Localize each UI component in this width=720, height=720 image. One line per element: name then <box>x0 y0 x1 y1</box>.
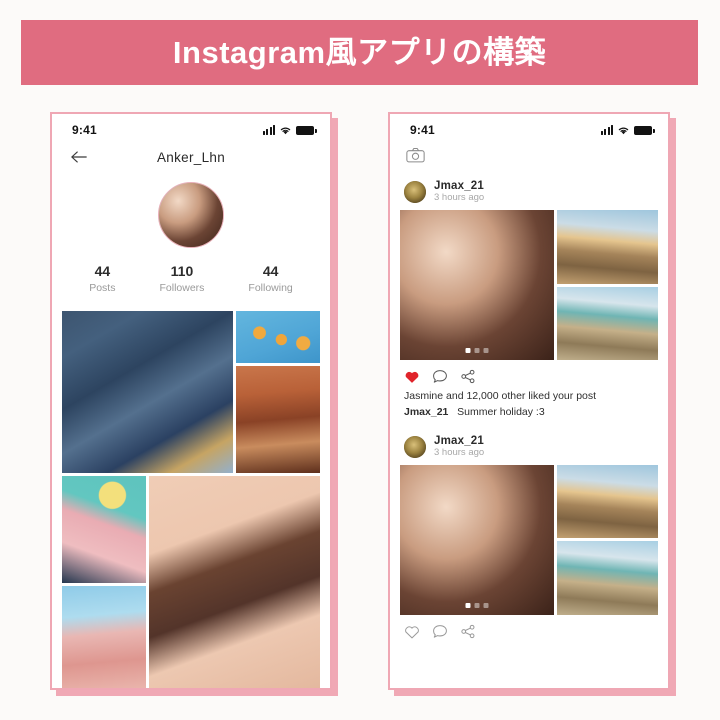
stat-following-label: Following <box>248 281 293 294</box>
carousel-dots[interactable] <box>465 602 489 608</box>
share-icon[interactable] <box>460 624 476 639</box>
stat-posts[interactable]: 44 Posts <box>89 262 115 295</box>
photo-portrait-pool <box>400 210 554 361</box>
signal-icon <box>600 125 613 135</box>
carousel-dot[interactable] <box>474 348 480 354</box>
camera-icon[interactable] <box>406 147 425 163</box>
stat-following[interactable]: 44 Following <box>248 262 292 295</box>
post-avatar[interactable] <box>404 181 426 204</box>
signal-icon <box>262 125 275 135</box>
stat-followers-label: Followers <box>159 281 205 294</box>
comment-icon[interactable] <box>432 624 448 639</box>
post-avatar-photo <box>404 435 426 458</box>
avatar[interactable] <box>158 182 224 248</box>
heart-icon[interactable] <box>404 624 420 639</box>
photo-portrait-pool <box>400 464 554 615</box>
post-photo-portrait[interactable] <box>400 210 554 361</box>
photo-overwater-pier <box>556 541 658 615</box>
carousel-dot[interactable] <box>483 602 489 608</box>
photo-architecture <box>62 311 233 474</box>
phone-mockup-feed: 9:41 Jmax_21 3 hours ago Jasmine and 12,… <box>388 112 670 690</box>
post-timestamp: 3 hours ago <box>434 192 485 204</box>
photo-citrus <box>236 311 320 364</box>
photo-interior <box>236 366 320 474</box>
post-avatar[interactable] <box>404 435 426 458</box>
page-banner: Instagram風アプリの構築 <box>21 20 698 85</box>
carousel-dot[interactable] <box>474 602 480 608</box>
photo-chocolate <box>149 476 320 688</box>
stat-following-value: 44 <box>262 263 279 279</box>
status-bar: 9:41 <box>390 114 668 140</box>
carousel-dot-active[interactable] <box>465 348 471 354</box>
comment-icon[interactable] <box>432 369 448 384</box>
status-icon-group <box>600 125 655 135</box>
profile-nav-bar: Anker_Lhn <box>52 140 330 174</box>
grid-photo-chocolate[interactable] <box>149 476 320 688</box>
post-meta: Jmax_21 3 hours ago <box>434 435 484 459</box>
post-photo-beach[interactable] <box>556 210 658 284</box>
profile-photo-grid <box>62 311 320 688</box>
post-photo-portrait[interactable] <box>400 464 554 615</box>
status-time: 9:41 <box>410 123 435 137</box>
photo-beach-chairs <box>556 464 658 539</box>
post-avatar-photo <box>404 181 426 204</box>
grid-photo-pink-building[interactable] <box>62 586 146 688</box>
post-header: Jmax_21 3 hours ago <box>390 435 668 465</box>
profile-username: Anker_Lhn <box>157 149 225 165</box>
post-header: Jmax_21 3 hours ago <box>390 180 668 210</box>
post-photo-pier[interactable] <box>556 286 658 361</box>
feed-post: Jmax_21 3 hours ago <box>390 421 668 643</box>
caption-text: Summer holiday :3 <box>457 406 545 419</box>
wifi-icon <box>618 127 629 135</box>
post-caption-line: Jmax_21 Summer holiday :3 <box>404 404 654 420</box>
grid-photo-cup[interactable] <box>62 476 146 584</box>
feed-toolbar <box>390 140 668 170</box>
post-photo-beach[interactable] <box>556 464 658 539</box>
photo-pink-building <box>62 586 146 688</box>
post-meta: Jmax_21 3 hours ago <box>434 180 484 204</box>
post-media-collage <box>400 210 658 361</box>
post-caption-block: Jasmine and 12,000 other liked your post… <box>390 388 668 421</box>
feed-post: Jmax_21 3 hours ago <box>390 170 668 421</box>
share-icon[interactable] <box>460 369 476 384</box>
post-actions <box>390 360 668 388</box>
heart-icon[interactable] <box>404 369 420 384</box>
profile-avatar-wrap <box>52 182 330 248</box>
status-time: 9:41 <box>72 123 97 137</box>
status-icon-group <box>262 125 317 135</box>
photo-overwater-pier <box>556 286 658 361</box>
grid-photo-interior[interactable] <box>236 366 320 474</box>
post-photo-pier[interactable] <box>556 541 658 615</box>
wifi-icon <box>280 127 291 135</box>
battery-icon <box>296 126 317 135</box>
status-bar: 9:41 <box>52 114 330 140</box>
post-media-collage <box>400 464 658 615</box>
stat-posts-value: 44 <box>94 263 111 279</box>
post-actions <box>390 615 668 643</box>
phone-mockup-profile: 9:41 Anker_Lhn 44 Posts 110 Followers 44… <box>50 112 332 690</box>
photo-beach-chairs <box>556 210 658 284</box>
post-timestamp: 3 hours ago <box>434 446 485 458</box>
stat-posts-label: Posts <box>89 281 116 294</box>
avatar-photo <box>159 183 223 247</box>
carousel-dot[interactable] <box>483 348 489 354</box>
grid-photo-architecture[interactable] <box>62 311 233 474</box>
post-likes-text: Jasmine and 12,000 other liked your post <box>404 390 597 403</box>
carousel-dot-active[interactable] <box>465 602 471 608</box>
profile-stats: 44 Posts 110 Followers 44 Following <box>52 262 330 295</box>
stat-followers-value: 110 <box>170 263 194 279</box>
grid-photo-citrus[interactable] <box>236 311 320 364</box>
stat-followers[interactable]: 110 Followers <box>159 262 204 295</box>
photo-cup <box>62 476 146 584</box>
post-username[interactable]: Jmax_21 <box>434 435 484 448</box>
battery-icon <box>634 126 655 135</box>
caption-username[interactable]: Jmax_21 <box>404 406 448 418</box>
page-title: Instagram風アプリの構築 <box>172 35 547 70</box>
carousel-dots[interactable] <box>465 348 489 354</box>
